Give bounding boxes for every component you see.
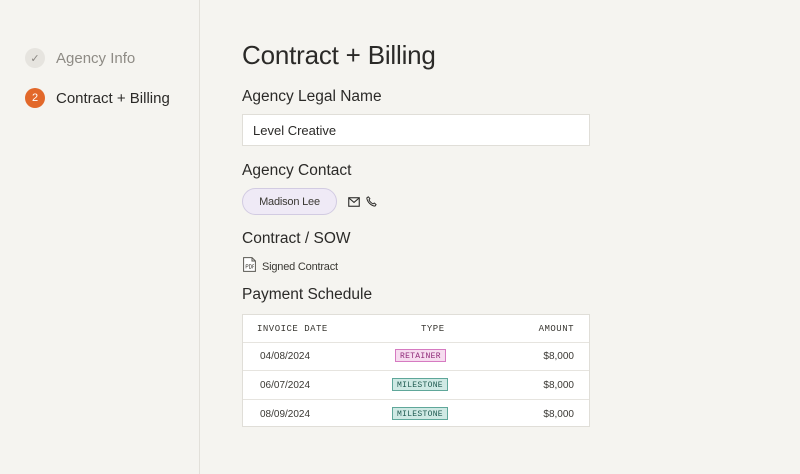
- table-row: 04/08/2024 RETAINER $8,000: [243, 342, 589, 371]
- invoice-date: 04/08/2024: [260, 351, 311, 362]
- step-agency-info[interactable]: ✓ Agency Info: [25, 48, 135, 68]
- payment-schedule-table: INVOICE DATE TYPE AMOUNT 04/08/2024 RETA…: [242, 314, 590, 427]
- contact-chip[interactable]: Madison Lee: [242, 188, 337, 215]
- table-header: INVOICE DATE TYPE AMOUNT: [243, 315, 589, 343]
- table-row: 08/09/2024 MILESTONE $8,000: [243, 400, 589, 428]
- invoice-date: 06/07/2024: [260, 380, 311, 391]
- agency-legal-name-label: Agency Legal Name: [242, 88, 382, 105]
- amount: $8,000: [543, 351, 574, 362]
- amount: $8,000: [543, 409, 574, 420]
- payment-schedule-label: Payment Schedule: [242, 286, 373, 303]
- column-header-invoice-date: INVOICE DATE: [257, 324, 328, 334]
- column-header-type: TYPE: [421, 324, 445, 334]
- step-number-badge: 2: [25, 88, 45, 108]
- sidebar: ✓ Agency Info 2 Contract + Billing: [0, 0, 200, 474]
- table-row: 06/07/2024 MILESTONE $8,000: [243, 371, 589, 400]
- type-badge: MILESTONE: [392, 407, 448, 420]
- type-badge: MILESTONE: [392, 378, 448, 391]
- file-name: Signed Contract: [262, 261, 338, 273]
- pdf-file-icon: [243, 257, 256, 277]
- invoice-date: 08/09/2024: [260, 409, 311, 420]
- signed-contract-file[interactable]: Signed Contract: [243, 257, 338, 277]
- step-complete-check-icon: ✓: [25, 48, 45, 68]
- step-contract-billing[interactable]: 2 Contract + Billing: [25, 88, 170, 108]
- type-badge: RETAINER: [395, 349, 446, 362]
- agency-legal-name-input[interactable]: [242, 114, 590, 146]
- step-label: Contract + Billing: [56, 89, 170, 107]
- step-label: Agency Info: [56, 49, 136, 67]
- mail-icon[interactable]: [347, 195, 360, 208]
- amount: $8,000: [543, 380, 574, 391]
- agency-contact-label: Agency Contact: [242, 162, 352, 179]
- contract-sow-label: Contract / SOW: [242, 230, 351, 247]
- page-title: Contract + Billing: [242, 40, 436, 70]
- column-header-amount: AMOUNT: [538, 324, 574, 334]
- phone-icon[interactable]: [365, 195, 378, 208]
